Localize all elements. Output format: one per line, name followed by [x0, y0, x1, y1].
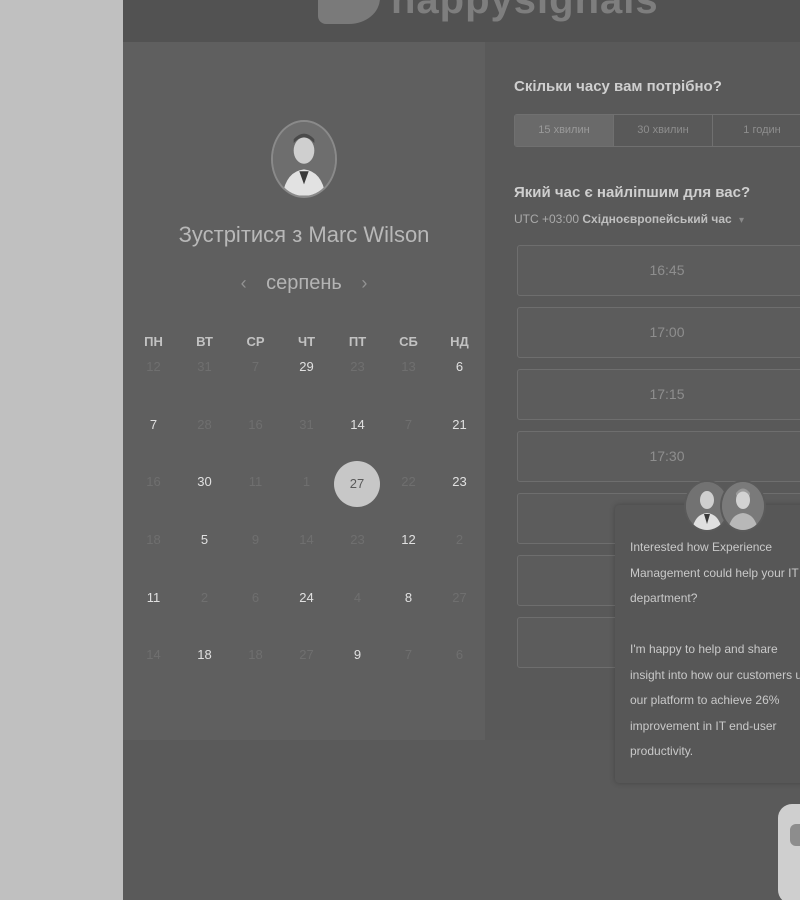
calendar-day[interactable]: 5	[179, 532, 230, 547]
duration-15-button[interactable]: 15 хвилин	[515, 115, 614, 146]
calendar-day: 13	[401, 359, 416, 374]
calendar-day: 31	[299, 417, 314, 432]
calendar-day: 6	[251, 590, 260, 605]
calendar-title: Зустрітися з Marc Wilson	[178, 222, 430, 247]
chevron-down-icon: ▾	[739, 215, 745, 226]
calendar-day: 18	[146, 532, 161, 547]
next-month-icon[interactable]: ›	[347, 273, 381, 294]
calendar-day: 22	[401, 474, 416, 489]
selected-day[interactable]: 27	[334, 461, 380, 507]
chat-agent-avatar	[720, 480, 766, 532]
calendar-day: 9	[251, 532, 260, 547]
calendar-day[interactable]: 18	[179, 647, 230, 662]
month-switcher: ‹ серпень ›	[123, 272, 485, 295]
calendar-day: 12	[146, 359, 161, 374]
calendar-day[interactable]: 6	[434, 359, 485, 374]
day-of-week-label: ПТ	[348, 334, 367, 349]
chat-message: Interested how Experience Management cou…	[630, 540, 800, 758]
calendar-day[interactable]: 8	[383, 590, 434, 605]
host-avatar	[271, 120, 337, 198]
header: happysignals	[123, 0, 800, 42]
logo-icon	[318, 0, 380, 24]
day-of-week-label: НД	[450, 334, 469, 349]
calendar-day: 7	[404, 417, 413, 432]
calendar-day: 23	[350, 359, 365, 374]
time-question: Який час є найліпшим для вас?	[514, 184, 751, 201]
calendar-day: 2	[455, 532, 464, 547]
calendar-day[interactable]: 7	[128, 417, 179, 432]
calendar-day[interactable]: 29	[281, 359, 332, 374]
app-area: happysignals Зустрітися з Marc Wilson ‹ …	[123, 0, 800, 900]
time-slot[interactable]: 17:15	[517, 369, 800, 420]
timezone-dropdown[interactable]: UTC +03:00 Східноєвропейський час ▾	[514, 212, 744, 226]
calendar-day[interactable]: 9	[332, 647, 383, 662]
calendar-day: 23	[350, 532, 365, 547]
calendar-day: 14	[299, 532, 314, 547]
time-slot[interactable]: 17:00	[517, 307, 800, 358]
day-of-week-label: ВТ	[196, 334, 213, 349]
calendar-day: 28	[197, 417, 212, 432]
time-slot[interactable]: 17:30	[517, 431, 800, 482]
calendar-day[interactable]: 21	[434, 417, 485, 432]
timezone-offset: UTC +03:00	[514, 212, 580, 226]
duration-question: Скільки часу вам потрібно?	[514, 78, 722, 95]
day-of-week-label: СР	[246, 334, 265, 349]
calendar-day: 27	[299, 647, 314, 662]
calendar-day: 27	[452, 590, 467, 605]
calendar-day[interactable]: 14	[332, 417, 383, 432]
timezone-name: Східноєвропейський час	[582, 212, 732, 226]
calendar-day: 6	[455, 647, 464, 662]
duration-selector: 15 хвилин 30 хвилин 1 годин	[514, 114, 800, 147]
duration-30-button[interactable]: 30 хвилин	[614, 115, 713, 146]
day-of-week-label: ПН	[144, 334, 163, 349]
calendar-day: 31	[197, 359, 212, 374]
calendar-day: 14	[146, 647, 161, 662]
calendar-day: 18	[248, 647, 263, 662]
calendar-day: 16	[146, 474, 161, 489]
calendar-day: 4	[353, 590, 362, 605]
calendar-day[interactable]: 12	[383, 532, 434, 547]
prev-month-icon[interactable]: ‹	[227, 273, 261, 294]
calendar-day: 1	[302, 474, 311, 489]
time-slot[interactable]: 16:45	[517, 245, 800, 296]
calendar-day[interactable]: 30	[179, 474, 230, 489]
chat-icon	[790, 824, 800, 846]
chat-launcher-button[interactable]	[778, 804, 800, 900]
calendar-day[interactable]: 24	[281, 590, 332, 605]
calendar-day: 11	[248, 474, 263, 489]
calendar-day: 16	[248, 417, 263, 432]
duration-60-button[interactable]: 1 годин	[713, 115, 800, 146]
day-of-week-label: ЧТ	[297, 334, 316, 349]
calendar-day: 7	[251, 359, 260, 374]
calendar-day: 2	[200, 590, 209, 605]
chat-popup[interactable]: Interested how Experience Management cou…	[615, 505, 800, 783]
month-label: серпень	[266, 272, 342, 294]
calendar-panel: Зустрітися з Marc Wilson ‹ серпень › ПН В…	[123, 42, 485, 740]
calendar-day[interactable]: 11	[128, 590, 179, 605]
day-of-week-label: СБ	[399, 334, 418, 349]
logo-text: happysignals	[391, 0, 659, 22]
left-gutter	[0, 0, 123, 900]
calendar-day[interactable]: 23	[434, 474, 485, 489]
calendar-day: 7	[404, 647, 413, 662]
